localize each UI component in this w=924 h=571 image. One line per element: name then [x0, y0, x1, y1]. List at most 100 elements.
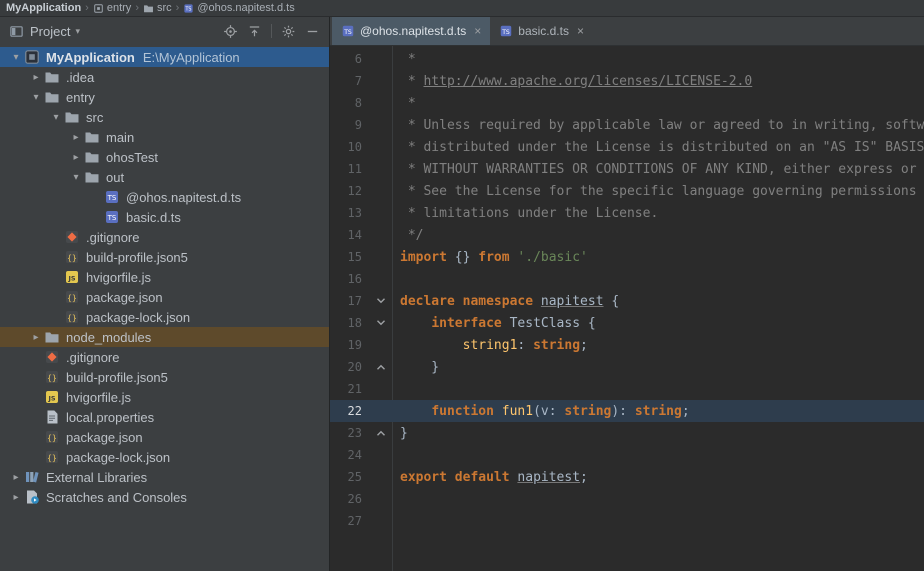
tab-label: basic.d.ts [518, 24, 569, 38]
locate-icon[interactable] [223, 24, 238, 39]
tab-ohos-napitest-d-ts[interactable]: TS@ohos.napitest.d.ts× [332, 17, 490, 45]
chevron-right-icon[interactable]: ▸ [68, 152, 84, 163]
code-line-11[interactable]: 11 * WITHOUT WARRANTIES OR CONDITIONS OF… [330, 158, 924, 180]
line-number[interactable]: 24 [330, 448, 370, 462]
code-line-9[interactable]: 9 * Unless required by applicable law or… [330, 114, 924, 136]
tree-item-idea[interactable]: ▸.idea [0, 67, 329, 87]
line-number[interactable]: 12 [330, 184, 370, 198]
code-line-8[interactable]: 8 * [330, 92, 924, 114]
code-line-27[interactable]: 27 [330, 510, 924, 532]
tree-item-package-lock-json[interactable]: {}package-lock.json [0, 307, 329, 327]
line-number[interactable]: 25 [330, 470, 370, 484]
breadcrumb-item-myapplication[interactable]: MyApplication [4, 2, 83, 14]
chevron-right-icon[interactable]: ▸ [8, 492, 24, 503]
line-number[interactable]: 17 [330, 294, 370, 308]
line-number[interactable]: 26 [330, 492, 370, 506]
main-split: Project ▾ ▾MyApplicationE:\MyApplication… [0, 17, 924, 571]
hide-icon[interactable] [305, 24, 320, 39]
tree-item-package-json[interactable]: {}package.json [0, 287, 329, 307]
chevron-right-icon[interactable]: ▸ [28, 72, 44, 83]
code-line-10[interactable]: 10 * distributed under the License is di… [330, 136, 924, 158]
tree-item-hvigorfile-js[interactable]: JShvigorfile.js [0, 267, 329, 287]
project-panel-title[interactable]: Project [30, 24, 70, 39]
line-number[interactable]: 10 [330, 140, 370, 154]
tree-item-node-modules[interactable]: ▸node_modules [0, 327, 329, 347]
code-line-7[interactable]: 7 * http://www.apache.org/licenses/LICEN… [330, 70, 924, 92]
tree-item-ohos-napitest-d-ts[interactable]: TS@ohos.napitest.d.ts [0, 187, 329, 207]
chevron-right-icon[interactable]: ▸ [8, 472, 24, 483]
line-number[interactable]: 9 [330, 118, 370, 132]
breadcrumb-item-ohos-napitest-d-ts[interactable]: TS@ohos.napitest.d.ts [181, 2, 296, 14]
code-line-24[interactable]: 24 [330, 444, 924, 466]
line-number[interactable]: 6 [330, 52, 370, 66]
line-number[interactable]: 13 [330, 206, 370, 220]
line-number[interactable]: 14 [330, 228, 370, 242]
chevron-down-icon[interactable]: ▾ [8, 52, 24, 63]
line-number[interactable]: 16 [330, 272, 370, 286]
line-number[interactable]: 8 [330, 96, 370, 110]
line-number[interactable]: 27 [330, 514, 370, 528]
code-line-25[interactable]: 25export default napitest; [330, 466, 924, 488]
tree-item-ohostest[interactable]: ▸ohosTest [0, 147, 329, 167]
tree-item-src[interactable]: ▾src [0, 107, 329, 127]
gear-icon[interactable] [281, 24, 296, 39]
chevron-right-icon[interactable]: ▸ [28, 332, 44, 343]
line-number[interactable]: 18 [330, 316, 370, 330]
code-line-26[interactable]: 26 [330, 488, 924, 510]
tree-item-external-libraries[interactable]: ▸External Libraries [0, 467, 329, 487]
tree-item-package-json[interactable]: {}package.json [0, 427, 329, 447]
code-line-13[interactable]: 13 * limitations under the License. [330, 202, 924, 224]
code-line-18[interactable]: 18 interface TestClass { [330, 312, 924, 334]
code-line-22[interactable]: 22 function fun1(v: string): string; [330, 400, 924, 422]
tab-basic-d-ts[interactable]: TSbasic.d.ts× [490, 17, 593, 45]
code-line-12[interactable]: 12 * See the License for the specific la… [330, 180, 924, 202]
line-number[interactable]: 22 [330, 404, 370, 418]
line-number[interactable]: 7 [330, 74, 370, 88]
tree-item-hvigorfile-js[interactable]: JShvigorfile.js [0, 387, 329, 407]
code-line-16[interactable]: 16 [330, 268, 924, 290]
code-line-20[interactable]: 20 } [330, 356, 924, 378]
line-number[interactable]: 20 [330, 360, 370, 374]
code-line-6[interactable]: 6 * [330, 48, 924, 70]
tree-item-build-profile-json5[interactable]: {}build-profile.json5 [0, 247, 329, 267]
fold-start-icon[interactable] [375, 317, 387, 329]
code-line-21[interactable]: 21 [330, 378, 924, 400]
collapse-all-icon[interactable] [247, 24, 262, 39]
fold-end-icon[interactable] [375, 427, 387, 439]
chevron-right-icon[interactable]: ▸ [68, 132, 84, 143]
line-number[interactable]: 19 [330, 338, 370, 352]
tree-item-gitignore[interactable]: .gitignore [0, 227, 329, 247]
chevron-down-icon[interactable]: ▾ [28, 92, 44, 103]
tree-item-scratches-and-consoles[interactable]: ▸Scratches and Consoles [0, 487, 329, 507]
tree-item-gitignore[interactable]: .gitignore [0, 347, 329, 367]
line-number[interactable]: 15 [330, 250, 370, 264]
chevron-down-icon[interactable]: ▾ [68, 172, 84, 183]
tree-item-main[interactable]: ▸main [0, 127, 329, 147]
code-line-23[interactable]: 23} [330, 422, 924, 444]
code-text: * limitations under the License. [392, 206, 658, 221]
code-line-17[interactable]: 17declare namespace napitest { [330, 290, 924, 312]
tree-item-out[interactable]: ▾out [0, 167, 329, 187]
code-line-14[interactable]: 14 */ [330, 224, 924, 246]
breadcrumb-item-src[interactable]: src [141, 2, 174, 14]
code-line-19[interactable]: 19 string1: string; [330, 334, 924, 356]
tree-item-local-properties[interactable]: local.properties [0, 407, 329, 427]
chevron-down-icon[interactable]: ▾ [48, 112, 64, 123]
chevron-down-icon[interactable]: ▾ [75, 26, 80, 37]
code-editor[interactable]: 6 *7 * http://www.apache.org/licenses/LI… [330, 46, 924, 571]
fold-end-icon[interactable] [375, 361, 387, 373]
line-number[interactable]: 11 [330, 162, 370, 176]
fold-start-icon[interactable] [375, 295, 387, 307]
fold-gutter [370, 422, 392, 444]
line-number[interactable]: 21 [330, 382, 370, 396]
breadcrumb-item-entry[interactable]: entry [91, 2, 133, 14]
close-tab-icon[interactable]: × [577, 24, 584, 38]
tree-item-entry[interactable]: ▾entry [0, 87, 329, 107]
close-tab-icon[interactable]: × [474, 24, 481, 38]
code-line-15[interactable]: 15import {} from './basic' [330, 246, 924, 268]
tree-item-myapplication[interactable]: ▾MyApplicationE:\MyApplication [0, 47, 329, 67]
tree-item-basic-d-ts[interactable]: TSbasic.d.ts [0, 207, 329, 227]
line-number[interactable]: 23 [330, 426, 370, 440]
tree-item-build-profile-json5[interactable]: {}build-profile.json5 [0, 367, 329, 387]
tree-item-package-lock-json[interactable]: {}package-lock.json [0, 447, 329, 467]
